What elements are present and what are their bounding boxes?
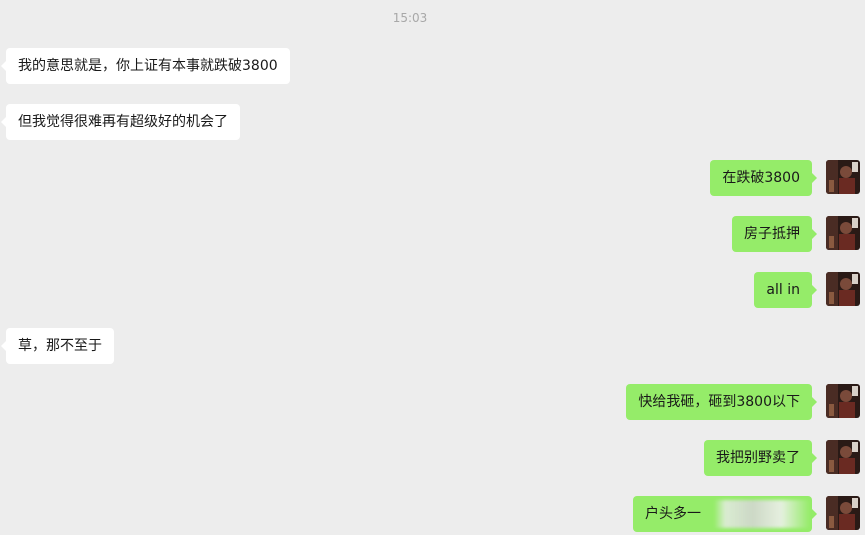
message-bubble-outgoing[interactable]: 房子抵押 — [732, 216, 817, 252]
message-bubble-outgoing[interactable]: 我把别野卖了 — [704, 440, 817, 476]
chat-timestamp: 15:03 — [392, 11, 428, 25]
user-avatar-icon — [826, 272, 860, 306]
avatar[interactable] — [826, 440, 860, 474]
avatar[interactable] — [826, 272, 860, 306]
avatar[interactable] — [826, 216, 860, 250]
avatar[interactable] — [826, 160, 860, 194]
user-avatar-icon — [826, 496, 860, 530]
avatar[interactable] — [826, 384, 860, 418]
user-avatar-icon — [826, 440, 860, 474]
message-bubble-incoming[interactable]: 但我觉得很难再有超级好的机会了 — [1, 104, 240, 140]
user-avatar-icon — [826, 216, 860, 250]
message-bubble-outgoing[interactable]: 在跌破3800 — [710, 160, 817, 196]
message-bubble-incoming[interactable]: 草，那不至于 — [1, 328, 114, 364]
user-avatar-icon — [826, 160, 860, 194]
user-avatar-icon — [826, 384, 860, 418]
message-bubble-outgoing[interactable]: 快给我砸，砸到3800以下 — [626, 384, 817, 420]
redaction-overlay — [714, 500, 810, 528]
avatar[interactable] — [826, 496, 860, 530]
message-bubble-incoming[interactable]: 我的意思就是，你上证有本事就跌破3800 — [1, 48, 290, 84]
message-bubble-outgoing[interactable]: all in — [754, 272, 817, 308]
